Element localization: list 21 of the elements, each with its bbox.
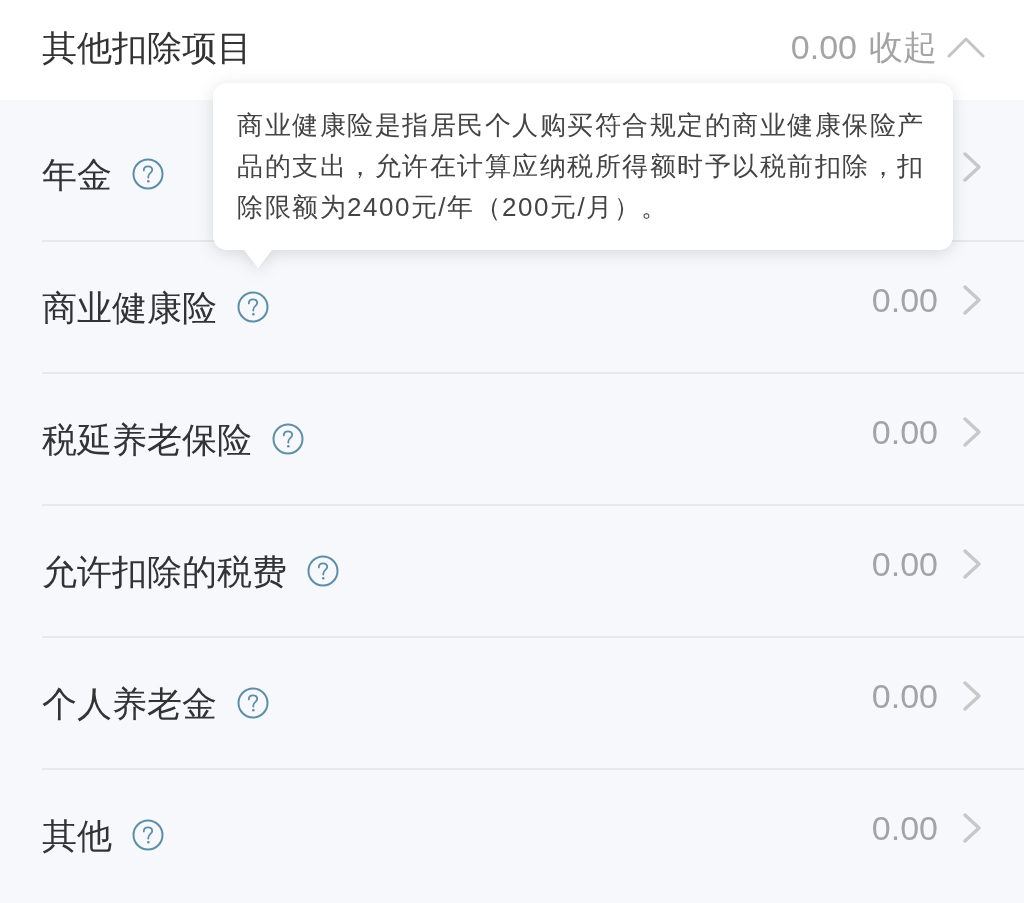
item-label: 个人养老金 (42, 685, 217, 721)
help-icon[interactable] (272, 423, 304, 455)
section-title: 其他扣除项目 (42, 29, 252, 65)
item-label: 允许扣除的税费 (42, 553, 287, 589)
amount-value: 0.00 (871, 811, 938, 845)
amount-value: 0.00 (871, 547, 938, 581)
amount-value: 0.00 (871, 283, 938, 317)
chevron-up-icon (947, 36, 985, 58)
collapse-toggle[interactable]: 收起 (869, 30, 985, 64)
amount-value: 0.00 (871, 679, 938, 713)
amount-value: 0.00 (871, 415, 938, 449)
help-icon[interactable] (307, 555, 339, 587)
total-amount: 0.00 (790, 30, 857, 64)
help-icon[interactable] (237, 291, 269, 323)
help-icon[interactable] (237, 687, 269, 719)
item-label: 年金 (42, 156, 112, 192)
help-icon[interactable] (132, 819, 164, 851)
help-icon[interactable] (132, 158, 164, 190)
item-label: 其他 (42, 817, 112, 853)
item-label: 商业健康险 (42, 289, 217, 325)
item-label: 税延养老保险 (42, 421, 252, 457)
